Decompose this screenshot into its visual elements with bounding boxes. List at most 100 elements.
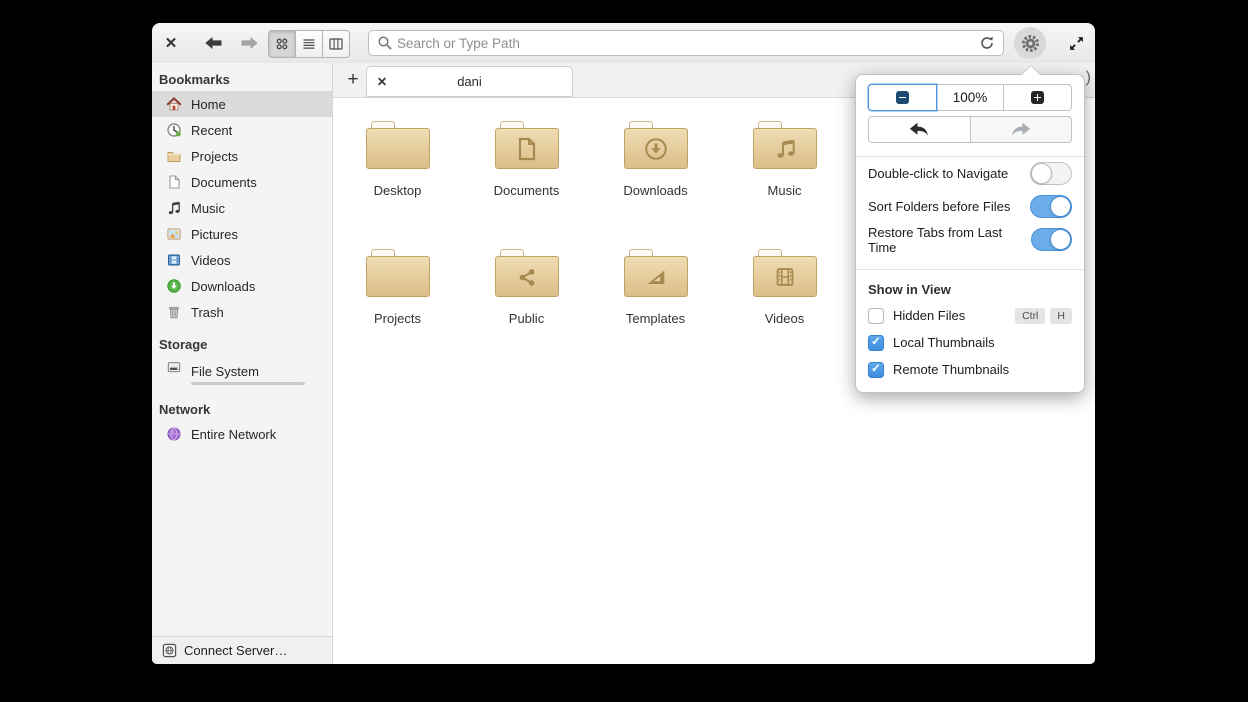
- file-videos[interactable]: Videos: [720, 249, 849, 333]
- tab-label: dani: [457, 74, 482, 89]
- option-local-thumbnails: ✓ Local Thumbnails: [856, 329, 1084, 356]
- file-label: Public: [508, 311, 545, 326]
- sidebar-item-label: Projects: [191, 148, 238, 164]
- sidebar-item-downloads[interactable]: Downloads: [152, 273, 332, 299]
- connect-server-button[interactable]: Connect Server…: [152, 636, 332, 664]
- sidebar-item-documents[interactable]: Documents: [152, 169, 332, 195]
- sidebar-item-label: Recent: [191, 122, 233, 138]
- file-downloads[interactable]: Downloads: [591, 121, 720, 205]
- grid-view-button[interactable]: [268, 30, 296, 58]
- option-remote-thumbnails: ✓ Remote Thumbnails: [856, 356, 1084, 383]
- show-in-view-title: Show in View: [868, 282, 951, 297]
- settings-menu-button[interactable]: [1014, 27, 1046, 59]
- sidebar-item-pictures[interactable]: Pictures: [152, 221, 332, 247]
- sidebar-item-home[interactable]: Home: [152, 91, 332, 117]
- setting-sort-folders: Sort Folders before Files: [856, 190, 1084, 223]
- sidebar-item-videos[interactable]: Videos: [152, 247, 332, 273]
- zoom-in-button[interactable]: [1003, 84, 1073, 111]
- back-button[interactable]: [202, 35, 224, 51]
- option-label: Hidden Files: [893, 308, 966, 323]
- zoom-out-button[interactable]: [868, 84, 937, 111]
- storage-section-label: Storage: [159, 336, 208, 352]
- tab-history-icon[interactable]: ): [1086, 69, 1091, 87]
- setting-restore-tabs: Restore Tabs from Last Time: [856, 223, 1084, 256]
- folder-icon: [365, 121, 430, 169]
- fullscreen-button[interactable]: [1067, 34, 1085, 52]
- hidden-files-checkbox[interactable]: ✓: [868, 307, 884, 324]
- sidebar-item-music[interactable]: Music: [152, 195, 332, 221]
- forward-button[interactable]: [238, 35, 260, 51]
- file-projects[interactable]: Projects: [333, 249, 462, 333]
- setting-double-click: Double-click to Navigate: [856, 157, 1084, 190]
- window-close-button[interactable]: ✕: [160, 33, 182, 53]
- refresh-icon[interactable]: [979, 35, 995, 51]
- history-nav: [868, 116, 1072, 143]
- file-documents[interactable]: Documents: [462, 121, 591, 205]
- file-public[interactable]: Public: [462, 249, 591, 333]
- sidebar-item-entire-network[interactable]: Entire Network: [152, 421, 332, 447]
- zoom-level-button[interactable]: 100%: [935, 84, 1005, 111]
- harddrive-icon: [166, 359, 182, 375]
- list-view-button[interactable]: [295, 30, 323, 58]
- folder-music-icon: [752, 121, 817, 169]
- folder-icon: [365, 249, 430, 297]
- shortcut-key-ctrl: Ctrl: [1015, 307, 1046, 324]
- server-globe-icon: [162, 643, 177, 658]
- network-section-label: Network: [159, 401, 211, 417]
- zoom-level-value: 100%: [952, 90, 988, 105]
- column-view-button[interactable]: [322, 30, 350, 58]
- remote-thumbnails-checkbox[interactable]: ✓: [868, 361, 884, 378]
- zoom-out-icon: [895, 91, 909, 104]
- fullscreen-icon: [1069, 36, 1083, 50]
- sidebar-item-projects[interactable]: Projects: [152, 143, 332, 169]
- folder-documents-icon: [494, 121, 559, 169]
- screen: ✕ Search or Type Path Bookmarks Home Rec…: [0, 0, 1248, 702]
- file-label: Downloads: [623, 183, 688, 198]
- sidebar-item-label: Downloads: [191, 278, 256, 294]
- folder-share-icon: [494, 249, 559, 297]
- double-click-toggle[interactable]: [1030, 162, 1072, 185]
- setting-label: Restore Tabs from Last Time: [868, 224, 1003, 255]
- zoom-control: 100%: [868, 84, 1073, 111]
- search-field[interactable]: [368, 30, 1004, 56]
- download-circle-icon: [166, 278, 182, 294]
- gear-icon: [1021, 34, 1039, 52]
- grid-view-icon: [276, 38, 288, 50]
- tab-close-icon[interactable]: ✕: [367, 74, 397, 89]
- file-music[interactable]: Music: [720, 121, 849, 205]
- file-manager-window: ✕ Search or Type Path Bookmarks Home Rec…: [152, 23, 1095, 664]
- local-thumbnails-checkbox[interactable]: ✓: [868, 334, 884, 351]
- filesystem-usage-bar: [191, 381, 305, 385]
- undo-arrow-icon: [910, 122, 929, 136]
- zoom-in-icon: [1031, 91, 1045, 104]
- file-templates[interactable]: Templates: [591, 249, 720, 333]
- sort-folders-toggle[interactable]: [1030, 195, 1072, 218]
- restore-tabs-toggle[interactable]: [1030, 228, 1072, 251]
- search-input[interactable]: [393, 35, 979, 51]
- document-icon: [166, 174, 182, 190]
- sidebar-item-recent[interactable]: Recent: [152, 117, 332, 143]
- file-label: Projects: [374, 311, 421, 326]
- setting-label: Double-click to Navigate: [868, 166, 1009, 181]
- folder-videos-icon: [752, 249, 817, 297]
- history-back-button[interactable]: [868, 116, 971, 143]
- new-tab-button[interactable]: +: [341, 68, 365, 92]
- history-forward-button[interactable]: [969, 116, 1072, 143]
- shortcut-key-h: H: [1050, 307, 1072, 324]
- option-hidden-files: ✓ Hidden Files Ctrl H: [856, 302, 1084, 329]
- sidebar-item-filesystem[interactable]: File System: [152, 356, 332, 390]
- sidebar-item-label: Music: [191, 200, 225, 216]
- trash-icon: [166, 304, 182, 320]
- folder-templates-icon: [623, 249, 688, 297]
- sidebar-item-trash[interactable]: Trash: [152, 299, 332, 325]
- film-icon: [166, 252, 182, 268]
- file-label: Desktop: [373, 183, 422, 198]
- tab-dani[interactable]: ✕ dani: [366, 66, 573, 97]
- music-note-icon: [166, 200, 182, 216]
- home-icon: [166, 96, 182, 112]
- sidebar-item-label: Documents: [191, 174, 257, 190]
- file-desktop[interactable]: Desktop: [333, 121, 462, 205]
- back-arrow-icon: [204, 37, 221, 49]
- connect-server-label: Connect Server…: [184, 643, 288, 658]
- file-label: Documents: [493, 183, 560, 198]
